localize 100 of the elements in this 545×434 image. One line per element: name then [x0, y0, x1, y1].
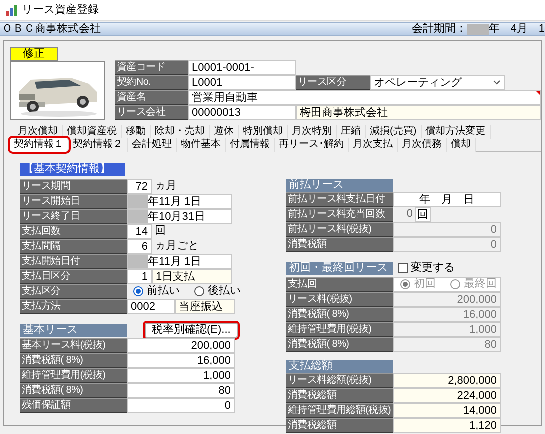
field-label: 消費税額( 8%)	[20, 353, 127, 368]
amount-field: 80	[393, 336, 501, 352]
tab[interactable]: 再リース･解約	[275, 138, 349, 152]
code-field[interactable]: 0002	[127, 299, 175, 314]
amount-field[interactable]: 2,800,000	[393, 372, 501, 388]
asset-name-field[interactable]: 営業用自動車	[188, 90, 541, 105]
tab[interactable]: 契約情報１	[10, 138, 69, 152]
amount-field: 16,000	[393, 306, 501, 322]
amount-field[interactable]: 200,000	[127, 338, 235, 353]
unit-label: ヵ月	[154, 179, 178, 194]
field-label: 支払開始日付	[20, 254, 127, 269]
unit-label: 回	[154, 224, 167, 239]
date-field[interactable]: 年10月31日	[127, 209, 232, 224]
masked-year	[128, 210, 148, 223]
tab[interactable]: 月次債務	[398, 138, 447, 152]
field-label: リース料(税抜)	[286, 292, 393, 306]
field-label: リース料総額(税抜)	[286, 372, 393, 388]
field-label: 維持管理費用(税抜)	[286, 322, 393, 336]
field-label: 資産名	[115, 90, 188, 105]
tab[interactable]: 会計処理	[128, 138, 177, 152]
checkbox[interactable]	[398, 263, 408, 274]
amount-field[interactable]: 14,000	[393, 402, 501, 418]
masked-year	[128, 195, 148, 208]
checkbox-label[interactable]: 変更する	[411, 260, 455, 276]
chevron-down-icon	[493, 80, 501, 85]
unit-label: ヵ月ごと	[154, 239, 200, 254]
date-text: 年10月31日	[148, 210, 206, 224]
amount-field: 1,000	[393, 322, 501, 336]
field-label: 維持管理費用(税抜)	[20, 368, 127, 383]
date-text: 年11月 1日	[148, 194, 202, 208]
field-label: 前払リース料充当回数	[286, 207, 393, 222]
field-label: リース区分	[296, 75, 370, 90]
name-field: 1日支払	[152, 269, 232, 284]
masked-year	[128, 255, 148, 268]
tab[interactable]: 償却	[447, 138, 476, 152]
tax-rate-button[interactable]: 税率別確認(E)...	[145, 323, 238, 338]
contract-number-field[interactable]: L0001	[188, 75, 296, 90]
amount-field[interactable]: 1,000	[127, 368, 235, 383]
amount-field: 200,000	[393, 292, 501, 306]
amount-field[interactable]: 16,000	[127, 353, 235, 368]
period-label: 会計期間：	[412, 22, 467, 37]
field-label: 消費税額( 8%)	[20, 383, 127, 398]
radio-label[interactable]: 後払い	[208, 283, 241, 300]
number-field[interactable]: 72	[127, 179, 152, 194]
mode-badge: 修正	[10, 47, 58, 61]
lease-type-dropdown[interactable]: オペレーティング	[370, 75, 505, 90]
section-header: 初回・最終回リース	[286, 262, 393, 275]
number-field[interactable]: 14	[127, 224, 152, 239]
date-field[interactable]: 年11月 1日	[127, 254, 232, 269]
field-label: 消費税額	[286, 237, 393, 252]
tab[interactable]: 月次支払	[349, 138, 398, 152]
unit-label: 回	[415, 207, 431, 222]
field-label: 契約No.	[115, 75, 188, 90]
section-header: 基本リース	[20, 324, 127, 337]
field-label: リース開始日	[20, 194, 127, 209]
field-label: 支払回	[286, 276, 393, 292]
section-header: 前払リース	[286, 179, 393, 192]
name-field: 当座振込	[175, 299, 235, 314]
code-field[interactable]: 1	[127, 269, 152, 284]
amount-field: 0	[393, 237, 501, 252]
radio-label[interactable]: 前払い	[147, 283, 180, 300]
field-label: 残価保証額	[20, 398, 127, 413]
field-label: 支払間隔	[20, 239, 127, 254]
window-title: リース資産登録	[22, 2, 99, 18]
section-header: 支払総額	[286, 360, 393, 372]
number-field[interactable]: 6	[127, 239, 152, 254]
date-text: 年11月 1日	[148, 254, 202, 268]
field-label: リース期間	[20, 179, 127, 194]
amount-field: 0	[393, 222, 501, 237]
amount-field[interactable]: 1,120	[393, 418, 501, 432]
date-field[interactable]: 年 月 日	[393, 192, 501, 207]
required-marker	[536, 91, 540, 95]
field-label: 消費税額( 8%)	[286, 306, 393, 322]
field-label: 支払回数	[20, 224, 127, 239]
field-label: 支払区分	[20, 284, 127, 299]
field-label: 消費税総額	[286, 388, 393, 402]
field-label: 支払日区分	[20, 269, 127, 284]
company-name: ＯＢＣ商事株式会社	[2, 22, 101, 37]
amount-field[interactable]: 224,000	[393, 388, 501, 402]
asset-code-field[interactable]: L0001-0001-	[188, 60, 296, 75]
date-field[interactable]: 年11月 1日	[127, 194, 232, 209]
field-label: 前払リース料支払日付	[286, 192, 393, 207]
period-value: 年 4月 1	[488, 22, 545, 37]
field-label: 維持管理費用総額(税抜)	[286, 402, 393, 418]
field-label: 前払リース料(税抜)	[286, 222, 393, 237]
number-field[interactable]: 0	[393, 207, 415, 222]
lease-company-code-field[interactable]: 00000013	[188, 105, 296, 120]
tab[interactable]: 契約情報２	[69, 138, 128, 152]
tab[interactable]: 物件基本	[177, 138, 226, 152]
field-label: 支払方法	[20, 299, 127, 314]
section-header: 【基本契約情報】	[20, 163, 125, 176]
radio-selected-icon[interactable]	[133, 286, 144, 297]
tab[interactable]: 付属情報	[226, 138, 275, 152]
amount-field[interactable]: 0	[127, 398, 235, 413]
field-label: リース終了日	[20, 209, 127, 224]
amount-field[interactable]: 80	[127, 383, 235, 398]
field-label: 消費税総額	[286, 418, 393, 432]
radio-icon[interactable]	[194, 286, 205, 297]
app-icon	[5, 4, 18, 16]
field-label: 資産コード	[115, 60, 188, 75]
